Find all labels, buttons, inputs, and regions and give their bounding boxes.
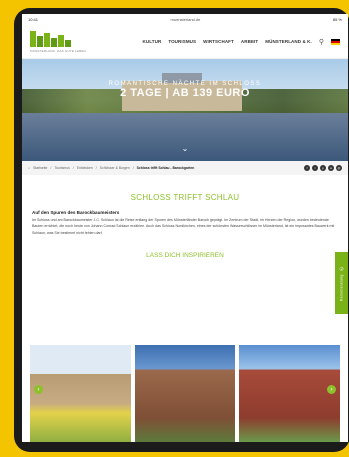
share-icons: f t p w @ — [304, 165, 342, 171]
mail-icon[interactable]: @ — [336, 165, 342, 171]
site-logo[interactable]: MÜNSTERLAND. DAS GUTE LEBEN. — [30, 30, 98, 53]
whatsapp-icon[interactable]: w — [328, 165, 334, 171]
home-icon[interactable]: ⌂ — [28, 166, 30, 170]
pinterest-icon[interactable]: p — [320, 165, 326, 171]
status-time: 10:41 — [28, 17, 39, 22]
carousel-photo[interactable]: ‹ — [30, 345, 131, 442]
twitter-icon[interactable]: t — [312, 165, 318, 171]
page-title: SCHLOSS TRIFFT SCHLAU — [130, 193, 240, 202]
contact-side-tab[interactable]: Reiseberatung ✆ — [335, 252, 348, 314]
breadcrumb-item[interactable]: Tourismus — [54, 166, 69, 170]
carousel-photo[interactable] — [134, 345, 236, 442]
address-bar[interactable]: muensterland.de — [171, 17, 201, 22]
hero-banner[interactable]: ROMANTISCHE NÄCHTE IM SCHLOSS 2 TAGE | A… — [22, 59, 348, 161]
language-flag-icon[interactable] — [331, 38, 340, 45]
browser-screen: 10:41 muensterland.de 85 % MÜNSTERLAND. … — [22, 14, 348, 442]
hero-water — [22, 113, 348, 161]
inspire-heading: LASS DICH INSPIRIEREN — [146, 252, 224, 260]
battery-indicator: 85 % — [332, 17, 342, 22]
status-bar: 10:41 muensterland.de 85 % — [22, 14, 348, 25]
breadcrumb: ⌂ Startseite / Tourismus / Entdecken / Schl… — [22, 161, 348, 175]
nav-item-wirtschaft[interactable]: WIRTSCHAFT — [203, 39, 234, 44]
hero-line2: 2 TAGE | AB 139 EURO — [120, 87, 250, 99]
main-nav: KULTUR TOURISMUS WIRTSCHAFT ARBEIT MÜNST… — [143, 38, 340, 46]
phone-icon: ✆ — [338, 265, 345, 272]
nav-item-kultur[interactable]: KULTUR — [143, 39, 162, 44]
photo-carousel: ‹ › — [30, 345, 341, 442]
breadcrumb-item[interactable]: Entdecken — [77, 166, 93, 170]
breadcrumb-item[interactable]: Startseite — [33, 166, 47, 170]
chevron-down-icon[interactable]: ⌄ — [182, 144, 189, 153]
nav-item-muensterland[interactable]: MÜNSTERLAND & K. — [265, 39, 312, 44]
breadcrumb-current: Schloss trifft Schlau - Barockgarten — [136, 166, 195, 170]
logo-mark — [30, 30, 98, 47]
carousel-photo[interactable]: › — [239, 345, 341, 442]
intro-paragraph: Im Schloss und am Barockbaumeister J.C. … — [32, 218, 335, 235]
breadcrumb-item[interactable]: Schlösser & Burgen — [100, 166, 130, 170]
facebook-icon[interactable]: f — [304, 165, 310, 171]
nav-item-arbeit[interactable]: ARBEIT — [241, 39, 258, 44]
section-heading: Auf den Spuren des Barockbaumeisters — [32, 210, 120, 215]
site-header: MÜNSTERLAND. DAS GUTE LEBEN. KULTUR TOUR… — [22, 25, 348, 59]
chevron-right-icon[interactable]: › — [327, 385, 337, 394]
nav-item-tourismus[interactable]: TOURISMUS — [168, 39, 196, 44]
side-tab-label: Reiseberatung — [339, 274, 344, 301]
logo-tagline: MÜNSTERLAND. DAS GUTE LEBEN. — [30, 48, 87, 53]
main-content: SCHLOSS TRIFFT SCHLAU Auf den Spuren des… — [22, 175, 348, 259]
hero-text: ROMANTISCHE NÄCHTE IM SCHLOSS 2 TAGE | A… — [22, 81, 348, 99]
search-icon[interactable]: ⚲ — [319, 38, 324, 46]
chevron-left-icon[interactable]: ‹ — [34, 385, 43, 394]
